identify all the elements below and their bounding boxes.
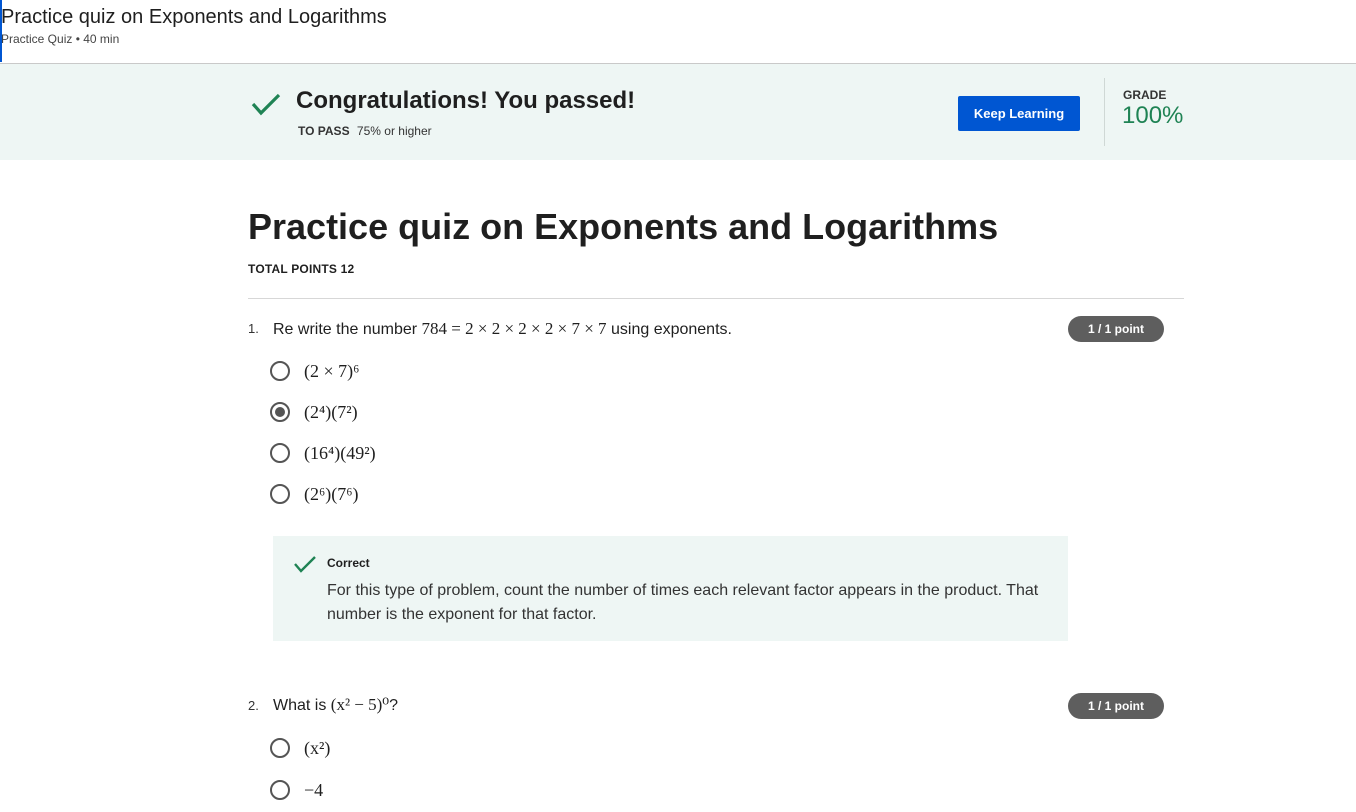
radio-button[interactable] <box>270 780 290 800</box>
question-suffix: using exponents. <box>606 321 732 338</box>
question-math: 784 = 2 × 2 × 2 × 2 × 7 × 7 <box>421 319 607 338</box>
to-pass-value: 75% or higher <box>356 124 432 138</box>
keep-learning-button[interactable]: Keep Learning <box>958 96 1080 131</box>
banner-divider <box>1104 78 1105 146</box>
radio-button[interactable] <box>270 443 290 463</box>
option-label: (2⁶)(7⁶) <box>304 483 359 504</box>
option-label: (16⁴)(49²) <box>304 442 376 463</box>
pass-message: Congratulations! You passed! <box>296 87 636 114</box>
checkmark-icon <box>251 93 281 116</box>
option-label: −4 <box>304 779 324 800</box>
option-label: (2⁴)(7²) <box>304 401 358 422</box>
total-points: TOTAL POINTS 12 <box>248 262 355 276</box>
question-text: What is (x² − 5)⁰? <box>273 695 398 715</box>
feedback-box: Correct For this type of problem, count … <box>273 536 1068 641</box>
header-title: Practice quiz on Exponents and Logarithm… <box>1 6 387 28</box>
question-number: 1. <box>248 321 259 336</box>
feedback-body: For this type of problem, count the numb… <box>327 582 1039 623</box>
question-prefix: Re write the number <box>273 321 422 338</box>
answer-option[interactable]: (16⁴)(49²) <box>270 439 376 467</box>
radio-button[interactable] <box>270 738 290 758</box>
points-badge: 1 / 1 point <box>1068 316 1164 342</box>
option-label: (x²) <box>304 737 331 758</box>
answer-option[interactable]: (2 × 7)⁶ <box>270 357 359 385</box>
top-header: Practice quiz on Exponents and Logarithm… <box>0 0 1356 64</box>
points-badge: 1 / 1 point <box>1068 693 1164 719</box>
question-prefix: What is <box>273 697 331 714</box>
radio-button-selected[interactable] <box>270 402 290 422</box>
grade-label: GRADE <box>1123 88 1167 102</box>
answer-option[interactable]: −4 <box>270 776 323 804</box>
question-math: (x² − 5)⁰ <box>330 695 390 714</box>
question-text: Re write the number 784 = 2 × 2 × 2 × 2 … <box>273 319 732 339</box>
quiz-title: Practice quiz on Exponents and Logarithm… <box>248 206 999 247</box>
to-pass-info: TO PASS 75% or higher <box>298 124 432 138</box>
answer-option[interactable]: (2⁴)(7²) <box>270 398 358 426</box>
option-label: (2 × 7)⁶ <box>304 360 360 381</box>
feedback-title: Correct <box>327 556 370 570</box>
grade-value: 100% <box>1122 102 1184 129</box>
to-pass-label: TO PASS <box>298 124 350 138</box>
answer-option[interactable]: (x²) <box>270 734 330 762</box>
header-subtitle: Practice Quiz • 40 min <box>1 32 120 46</box>
correct-check-icon <box>294 556 316 573</box>
answer-option[interactable]: (2⁶)(7⁶) <box>270 480 359 508</box>
question-suffix: ? <box>389 697 399 714</box>
divider <box>248 298 1184 299</box>
radio-button[interactable] <box>270 484 290 504</box>
radio-button[interactable] <box>270 361 290 381</box>
question-number: 2. <box>248 698 259 713</box>
